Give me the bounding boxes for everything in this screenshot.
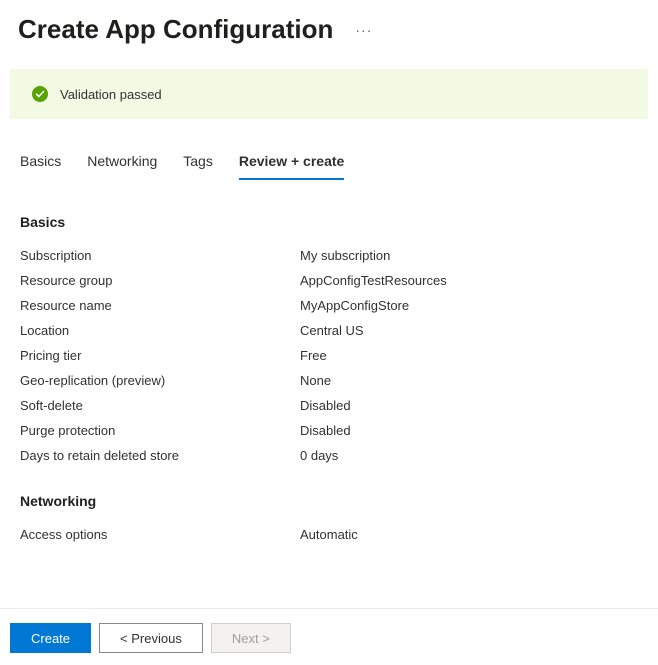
label-pricing-tier: Pricing tier [20, 348, 300, 363]
row-geo-replication: Geo-replication (preview) None [20, 373, 638, 388]
label-purge-protection: Purge protection [20, 423, 300, 438]
section-networking: Networking Access options Automatic [0, 493, 658, 542]
footer: Create < Previous Next > [0, 611, 658, 665]
label-geo-replication: Geo-replication (preview) [20, 373, 300, 388]
row-access-options: Access options Automatic [20, 527, 638, 542]
label-subscription: Subscription [20, 248, 300, 263]
tab-tags[interactable]: Tags [183, 147, 213, 180]
tabs: Basics Networking Tags Review + create [0, 147, 658, 180]
row-resource-name: Resource name MyAppConfigStore [20, 298, 638, 313]
value-location: Central US [300, 323, 364, 338]
row-location: Location Central US [20, 323, 638, 338]
row-days-retain: Days to retain deleted store 0 days [20, 448, 638, 463]
row-soft-delete: Soft-delete Disabled [20, 398, 638, 413]
check-circle-icon [32, 86, 48, 102]
footer-divider [0, 608, 658, 609]
validation-banner: Validation passed [10, 69, 648, 119]
value-geo-replication: None [300, 373, 331, 388]
label-location: Location [20, 323, 300, 338]
value-purge-protection: Disabled [300, 423, 351, 438]
label-resource-group: Resource group [20, 273, 300, 288]
tab-networking[interactable]: Networking [87, 147, 157, 180]
value-resource-group: AppConfigTestResources [300, 273, 447, 288]
label-days-retain: Days to retain deleted store [20, 448, 300, 463]
next-button: Next > [211, 623, 291, 653]
value-access-options: Automatic [300, 527, 358, 542]
section-basics-title: Basics [20, 214, 638, 230]
create-button[interactable]: Create [10, 623, 91, 653]
value-resource-name: MyAppConfigStore [300, 298, 409, 313]
more-icon[interactable]: ··· [355, 22, 372, 38]
value-pricing-tier: Free [300, 348, 327, 363]
label-soft-delete: Soft-delete [20, 398, 300, 413]
tab-basics[interactable]: Basics [20, 147, 61, 180]
previous-button[interactable]: < Previous [99, 623, 203, 653]
row-pricing-tier: Pricing tier Free [20, 348, 638, 363]
value-soft-delete: Disabled [300, 398, 351, 413]
row-subscription: Subscription My subscription [20, 248, 638, 263]
label-resource-name: Resource name [20, 298, 300, 313]
row-resource-group: Resource group AppConfigTestResources [20, 273, 638, 288]
value-subscription: My subscription [300, 248, 390, 263]
row-purge-protection: Purge protection Disabled [20, 423, 638, 438]
validation-message: Validation passed [60, 87, 162, 102]
label-access-options: Access options [20, 527, 300, 542]
tab-review-create[interactable]: Review + create [239, 147, 344, 180]
value-days-retain: 0 days [300, 448, 338, 463]
page-title: Create App Configuration [18, 14, 333, 45]
section-networking-title: Networking [20, 493, 638, 509]
section-basics: Basics Subscription My subscription Reso… [0, 214, 658, 463]
